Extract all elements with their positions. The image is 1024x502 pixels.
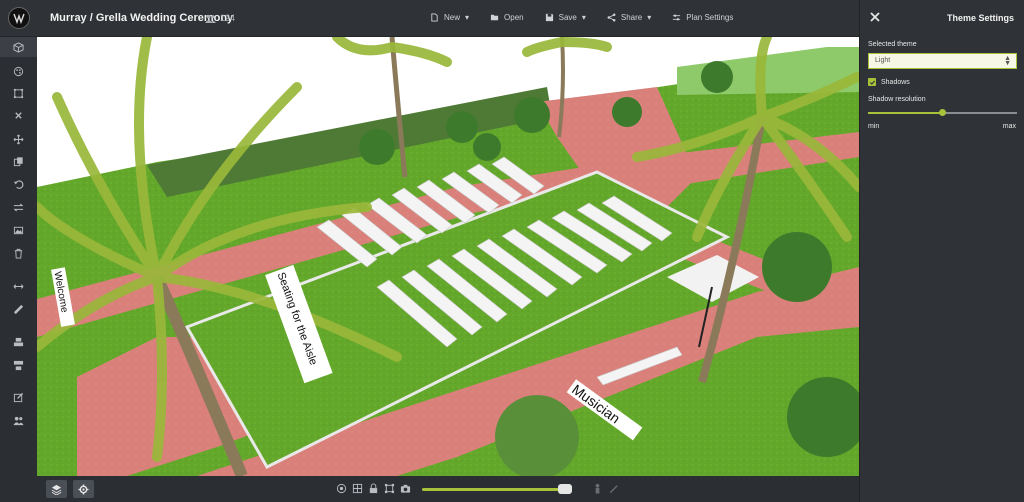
tool-select-area[interactable]	[0, 83, 37, 103]
chevron-down-icon: ▾	[581, 13, 586, 22]
save-icon	[545, 13, 553, 22]
theme-settings-panel: Theme Settings Selected theme Light ▲ ▼ S…	[859, 0, 1024, 502]
bottom-bar	[37, 476, 859, 502]
tool-image[interactable]	[0, 220, 37, 240]
settings-button[interactable]	[73, 480, 94, 498]
align-top-icon	[13, 337, 24, 346]
top-bar: Murray / Grella Wedding Ceremony 124 New…	[0, 0, 860, 37]
frame-icon[interactable]	[384, 483, 395, 494]
lock-icon[interactable]	[368, 483, 379, 494]
slider-min-label: min	[868, 123, 880, 130]
target-icon[interactable]	[336, 483, 347, 494]
slider-max-label: max	[1002, 123, 1016, 130]
menu-share[interactable]: Share ▾	[607, 13, 651, 22]
select-area-icon	[13, 88, 24, 98]
tool-delete-selection[interactable]	[0, 105, 37, 125]
menu-save-label: Save	[558, 13, 577, 22]
shadows-toggle[interactable]: Shadows	[868, 78, 910, 86]
tool-align-top[interactable]	[0, 332, 37, 352]
panel-title: Theme Settings	[946, 13, 1014, 23]
menu-open-label: Open	[504, 13, 524, 22]
person-icon[interactable]	[592, 483, 603, 494]
chevron-down-icon: ▾	[465, 13, 470, 22]
palette-icon	[13, 66, 24, 76]
theme-label: Selected theme	[868, 41, 917, 48]
tool-align-bottom[interactable]	[0, 355, 37, 375]
guest-count[interactable]: 124	[205, 13, 235, 23]
tool-copy[interactable]	[0, 151, 37, 171]
image-icon	[13, 226, 24, 234]
menu-new-label: New	[444, 13, 461, 22]
share-icon	[607, 13, 616, 22]
tool-swap[interactable]	[0, 197, 37, 217]
guest-count-value: 124	[220, 13, 236, 23]
left-toolbar	[0, 37, 37, 502]
tool-3d-view[interactable]	[0, 37, 37, 57]
app: Murray / Grella Wedding Ceremony 124 New…	[0, 0, 1024, 502]
zoom-slider-track[interactable]	[422, 488, 572, 491]
tool-theme[interactable]	[0, 61, 37, 81]
file-icon	[431, 13, 438, 22]
tool-width[interactable]	[0, 276, 37, 296]
logo-icon	[13, 13, 25, 25]
menu-plan-settings[interactable]: Plan Settings	[672, 13, 733, 22]
settings-icon	[673, 14, 681, 21]
undo-icon	[13, 179, 24, 189]
copy-icon	[13, 156, 23, 166]
theme-select[interactable]: Light ▲ ▼	[868, 53, 1017, 69]
ruler-icon	[13, 304, 24, 314]
menu-new[interactable]: New ▾	[430, 13, 469, 22]
shadows-checkbox[interactable]	[868, 78, 876, 86]
chevron-down-icon: ▾	[647, 13, 652, 22]
check-icon	[869, 80, 875, 85]
app-logo[interactable]	[8, 7, 30, 29]
align-bottom-icon	[13, 360, 24, 370]
tool-measure[interactable]	[0, 299, 37, 319]
menu-open[interactable]: Open	[490, 13, 524, 22]
grid-icon[interactable]	[352, 483, 363, 494]
close-icon	[15, 111, 22, 119]
menu-share-label: Share	[620, 13, 643, 22]
menu-save[interactable]: Save ▾	[545, 13, 586, 22]
scene-render: Welcome Seating for the Aisle Musician	[37, 37, 859, 476]
gear-icon	[78, 483, 89, 495]
tool-trash[interactable]	[0, 243, 37, 263]
pen-icon[interactable]	[608, 483, 619, 494]
tool-edit[interactable]	[0, 387, 37, 407]
shadow-resolution-thumb[interactable]	[939, 109, 946, 116]
group-icon	[13, 416, 24, 425]
shadow-resolution-slider[interactable]	[868, 109, 1017, 116]
folder-icon	[490, 14, 499, 21]
camera-icon[interactable]	[400, 483, 411, 494]
menu-plan-settings-label: Plan Settings	[686, 13, 734, 22]
layers-button[interactable]	[46, 480, 67, 498]
shadow-resolution-fill	[868, 112, 943, 114]
theme-select-value: Light	[875, 57, 891, 64]
tool-guests[interactable]	[0, 410, 37, 430]
trash-icon	[14, 248, 23, 259]
3d-viewport[interactable]: Welcome Seating for the Aisle Musician	[37, 37, 859, 476]
shadows-label: Shadows	[881, 78, 910, 86]
select-arrows-icon: ▲ ▼	[1004, 55, 1011, 67]
tool-move[interactable]	[0, 129, 37, 149]
edit-icon	[13, 392, 24, 402]
close-icon[interactable]	[869, 11, 881, 23]
top-menu: New ▾ Open Save ▾ Share ▾ Plan Settings	[430, 13, 733, 22]
cube-icon	[13, 41, 24, 53]
layers-icon	[51, 484, 62, 495]
tool-undo[interactable]	[0, 174, 37, 194]
width-icon	[13, 283, 24, 289]
move-icon	[13, 134, 24, 144]
swap-icon	[13, 202, 24, 212]
shadow-resolution-label: Shadow resolution	[868, 96, 926, 103]
guests-icon	[205, 14, 216, 23]
zoom-slider-thumb[interactable]	[557, 484, 572, 494]
